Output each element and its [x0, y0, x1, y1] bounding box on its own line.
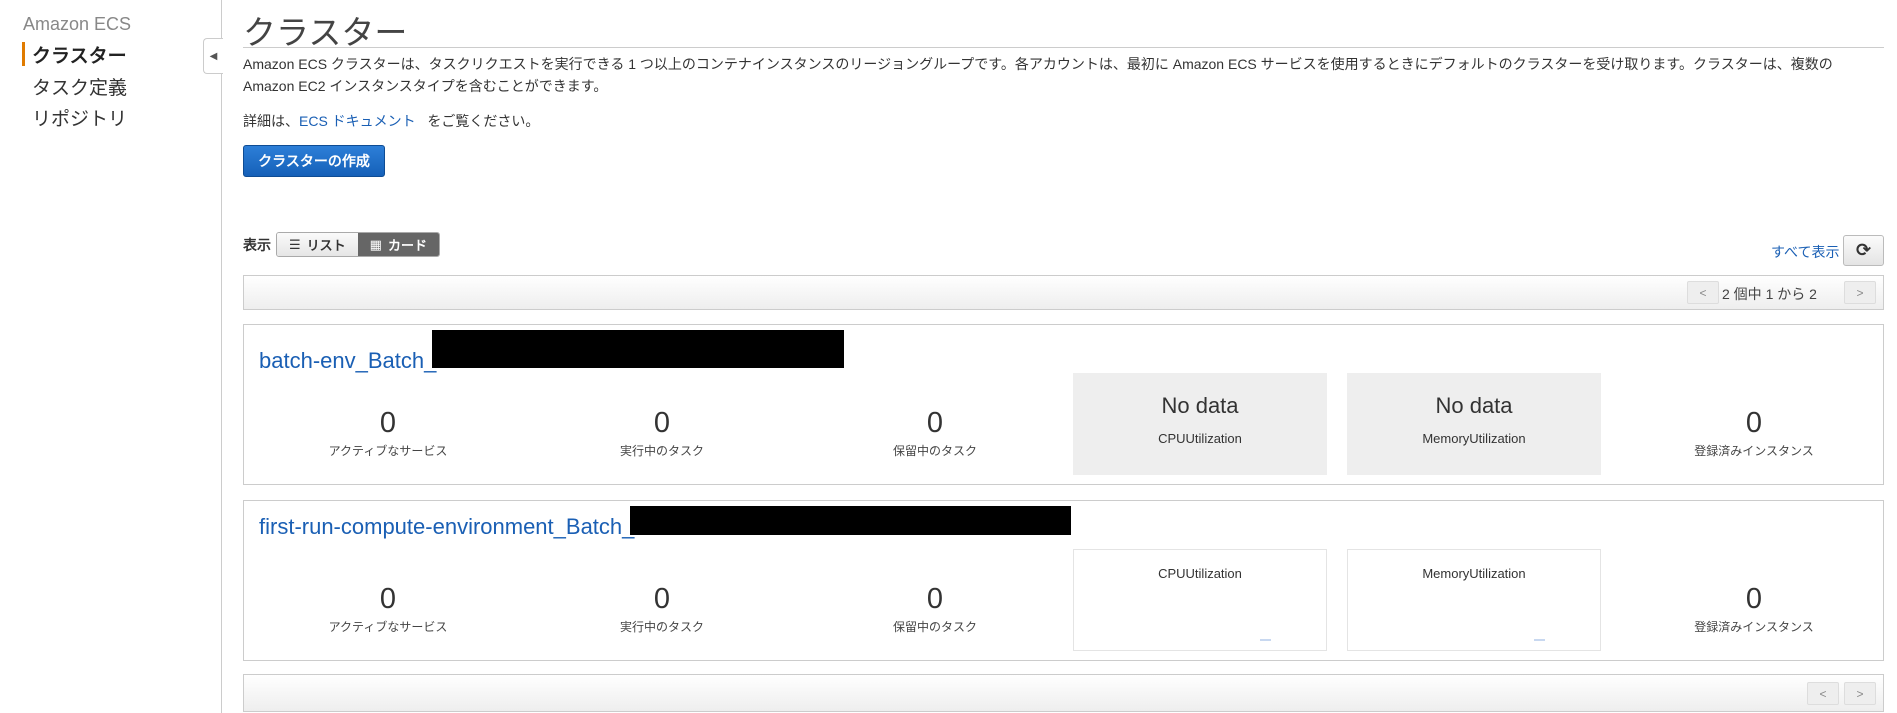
stat-value: 0 [926, 583, 944, 615]
collapse-sidebar-button[interactable]: ◀ [203, 38, 223, 74]
stat-value: 0 [1745, 407, 1763, 439]
cluster-name-link[interactable]: first-run-compute-environment_Batch_ [259, 514, 634, 540]
docs-prefix: 詳細は、 [243, 113, 299, 129]
running-tasks-stat: 0 実行中のタスク [527, 583, 797, 635]
cluster-card: first-run-compute-environment_Batch_ 0 アク… [243, 500, 1884, 661]
sidebar-item-repositories[interactable]: リポジトリ [32, 104, 127, 131]
stat-label: アクティブなサービス [328, 620, 448, 634]
next-page-button[interactable]: > [1844, 682, 1876, 705]
prev-page-button[interactable]: < [1807, 682, 1839, 705]
stat-label: 登録済みインスタンス [1694, 444, 1814, 458]
metric-label: CPUUtilization [1158, 566, 1242, 581]
next-page-button[interactable]: > [1844, 281, 1876, 304]
stat-value: 0 [653, 583, 671, 615]
docs-note: 詳細は、ECS ドキュメント をご覧ください。 [243, 111, 539, 131]
caret-left-icon: ◀ [209, 50, 218, 62]
metric-value: No data [1435, 393, 1513, 418]
view-list-label: リスト [306, 238, 346, 253]
cluster-name-link[interactable]: batch-env_Batch_ [259, 348, 436, 374]
sidebar: Amazon ECS クラスター タスク定義 リポジトリ [0, 0, 222, 713]
pending-tasks-stat: 0 保留中のタスク [800, 583, 1070, 635]
active-services-stat: 0 アクティブなサービス [253, 583, 523, 635]
page-description: Amazon ECS クラスターは、タスクリクエストを実行できる 1 つ以上のコ… [243, 56, 1833, 94]
redacted-block [432, 330, 844, 368]
running-tasks-stat: 0 実行中のタスク [527, 407, 797, 459]
stat-value: 0 [1745, 583, 1763, 615]
stat-value: 0 [379, 583, 397, 615]
view-list-button[interactable]: ☰ リスト [277, 233, 358, 256]
pagination-bar-bottom: < > [243, 674, 1884, 712]
memory-utilization-chart: MemoryUtilization [1347, 549, 1601, 651]
stat-label: アクティブなサービス [328, 444, 448, 458]
stat-label: 登録済みインスタンス [1694, 620, 1814, 634]
create-cluster-button[interactable]: クラスターの作成 [243, 145, 385, 177]
sidebar-header: Amazon ECS [23, 14, 132, 34]
view-toggle: ☰ リスト ▦ カード [276, 232, 440, 257]
stat-label: 実行中のタスク [619, 620, 704, 634]
sidebar-item-task-definitions[interactable]: タスク定義 [32, 73, 127, 100]
view-label: 表示 [243, 237, 271, 253]
view-card-label: カード [387, 238, 427, 253]
refresh-button[interactable]: ⟳ [1843, 235, 1884, 266]
registered-instances-stat: 0 登録済みインスタンス [1619, 583, 1889, 635]
stat-label: 保留中のタスク [892, 620, 977, 634]
grid-icon: ▦ [369, 236, 382, 252]
redacted-block [630, 506, 1071, 535]
chart-mark [1534, 639, 1545, 641]
stat-label: 実行中のタスク [619, 444, 704, 458]
divider [243, 47, 1884, 48]
ecs-docs-link[interactable]: ECS ドキュメント [299, 113, 416, 129]
stat-label: 保留中のタスク [892, 444, 977, 458]
sidebar-item-clusters[interactable]: クラスター [32, 41, 127, 68]
metric-label: MemoryUtilization [1422, 431, 1526, 446]
registered-instances-stat: 0 登録済みインスタンス [1619, 407, 1889, 459]
show-all-link[interactable]: すべて表示 [1771, 242, 1839, 262]
chart-mark [1260, 639, 1271, 641]
pending-tasks-stat: 0 保留中のタスク [800, 407, 1070, 459]
view-card-button[interactable]: ▦ カード [357, 233, 439, 256]
list-icon: ☰ [289, 236, 301, 252]
docs-suffix: をご覧ください。 [427, 113, 540, 129]
metric-value: No data [1161, 393, 1239, 418]
memory-utilization-metric: No data MemoryUtilization [1347, 373, 1601, 475]
pagination-text: 2 個中 1 から 2 [1722, 286, 1817, 302]
prev-page-button[interactable]: < [1687, 281, 1719, 304]
refresh-icon: ⟳ [1855, 240, 1872, 260]
active-indicator [22, 42, 25, 66]
cluster-card: batch-env_Batch_ 0 アクティブなサービス 0 実行中のタスク 0 保… [243, 324, 1884, 485]
stat-value: 0 [926, 407, 944, 439]
metric-label: MemoryUtilization [1422, 566, 1526, 581]
pagination-bar-top: < 2 個中 1 から 2 > [243, 275, 1884, 310]
active-services-stat: 0 アクティブなサービス [253, 407, 523, 459]
cpu-utilization-chart: CPUUtilization [1073, 549, 1327, 651]
stat-value: 0 [653, 407, 671, 439]
cpu-utilization-metric: No data CPUUtilization [1073, 373, 1327, 475]
metric-label: CPUUtilization [1158, 431, 1242, 446]
stat-value: 0 [379, 407, 397, 439]
